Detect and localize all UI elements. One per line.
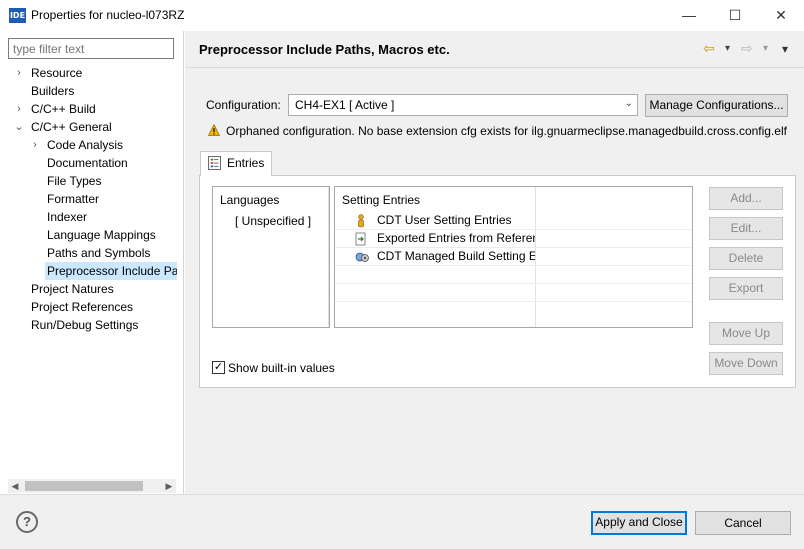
configuration-select[interactable]: CH4-EX1 [ Active ] ⌄: [288, 94, 638, 116]
back-arrow-icon[interactable]: ⇦: [703, 40, 715, 57]
title-bar: IDE Properties for nucleo-l073RZ — ☐ ✕: [0, 0, 804, 31]
tree-item-label: Documentation: [47, 156, 128, 170]
back-menu-icon[interactable]: ▾: [725, 43, 730, 54]
scroll-right-arrow-icon[interactable]: ▶: [162, 479, 176, 493]
move-down-button[interactable]: Move Down: [709, 352, 783, 375]
table-row[interactable]: Exported Entries from Referenc: [355, 231, 535, 247]
page-title: Preprocessor Include Paths, Macros etc.: [199, 42, 450, 57]
tree-item-label: C/C++ General: [31, 120, 112, 134]
warning-message: Orphaned configuration. No base extensio…: [226, 124, 787, 138]
help-icon[interactable]: ?: [16, 511, 38, 533]
tree-item-label: Indexer: [47, 210, 88, 224]
view-menu-icon[interactable]: ▾: [782, 42, 788, 56]
window-title: Properties for nucleo-l073RZ: [31, 8, 185, 22]
tree-item-label: C/C++ Build: [31, 102, 96, 116]
tree-item-label: Resource: [31, 66, 83, 80]
exported-entries-icon: [355, 232, 366, 246]
table-row[interactable]: CDT User Setting Entries: [355, 213, 535, 229]
language-item-unspecified[interactable]: [ Unspecified ]: [235, 214, 311, 228]
delete-button[interactable]: Delete: [709, 247, 783, 270]
row-divider: [335, 229, 692, 230]
header-divider: [185, 67, 804, 68]
maximize-button[interactable]: ☐: [712, 0, 758, 31]
tree-item-label: Code Analysis: [47, 138, 124, 152]
setting-entries-tree[interactable]: Setting Entries CDT User Setting Entries…: [334, 186, 693, 328]
minimize-button[interactable]: —: [666, 0, 712, 31]
list-edge: [328, 187, 329, 327]
entry-label: Exported Entries from Referenc: [377, 231, 535, 245]
forward-menu-icon[interactable]: ▾: [763, 43, 768, 54]
tree-item-label: Builders: [31, 84, 75, 98]
table-row[interactable]: CDT Managed Build Setting En: [355, 249, 535, 265]
warning-icon: [208, 124, 220, 136]
row-divider: [335, 265, 692, 266]
add-button[interactable]: Add...: [709, 187, 783, 210]
show-builtin-label[interactable]: Show built-in values: [228, 361, 335, 375]
configuration-label: Configuration:: [206, 98, 281, 112]
show-builtin-checkbox[interactable]: ✓: [212, 361, 225, 374]
person-icon: [358, 214, 364, 228]
tree-item-label: Paths and Symbols: [47, 246, 151, 260]
entry-label: CDT Managed Build Setting En: [377, 249, 535, 263]
forward-arrow-icon[interactable]: ⇨: [741, 40, 753, 57]
tree-item-label: Formatter: [47, 192, 100, 206]
close-button[interactable]: ✕: [758, 0, 804, 31]
tree-item-label: Preprocessor Include Pat: [45, 262, 177, 280]
chevron-down-icon[interactable]: ⌄: [13, 118, 25, 136]
scroll-left-arrow-icon[interactable]: ◀: [8, 479, 22, 493]
tree-item-label: Project Natures: [31, 282, 114, 296]
scrollbar-thumb[interactable]: [25, 481, 143, 491]
column-divider: [535, 187, 536, 327]
entry-label: CDT User Setting Entries: [377, 213, 512, 227]
tree-horizontal-scrollbar[interactable]: ◀ ▶: [8, 479, 176, 493]
row-divider: [335, 283, 692, 284]
tree-item-label: Language Mappings: [47, 228, 156, 242]
edit-button[interactable]: Edit...: [709, 217, 783, 240]
export-button[interactable]: Export: [709, 277, 783, 300]
chevron-right-icon[interactable]: ›: [13, 100, 25, 118]
manage-configurations-button[interactable]: Manage Configurations...: [645, 94, 788, 117]
apply-and-close-button[interactable]: Apply and Close: [591, 511, 687, 535]
chevron-down-icon: ⌄: [624, 98, 633, 109]
tree-item-label: Project References: [31, 300, 134, 314]
languages-header: Languages: [220, 193, 280, 207]
tree-item-label: Run/Debug Settings: [31, 318, 139, 332]
cancel-button[interactable]: Cancel: [695, 511, 791, 535]
move-up-button[interactable]: Move Up: [709, 322, 783, 345]
filter-input[interactable]: [8, 38, 174, 59]
tab-entries-label: Entries: [227, 156, 265, 170]
setting-entries-header: Setting Entries: [342, 193, 421, 207]
languages-list[interactable]: Languages [ Unspecified ]: [212, 186, 330, 328]
chevron-right-icon[interactable]: ›: [29, 136, 41, 154]
configuration-value: CH4-EX1 [ Active ]: [295, 98, 395, 112]
entries-tab-icon: [208, 156, 221, 170]
tree-item-label: File Types: [47, 174, 102, 188]
chevron-right-icon[interactable]: ›: [13, 64, 25, 82]
managed-build-icon: [355, 252, 369, 262]
row-divider: [335, 301, 692, 302]
row-divider: [335, 247, 692, 248]
app-icon: IDE: [9, 8, 26, 23]
